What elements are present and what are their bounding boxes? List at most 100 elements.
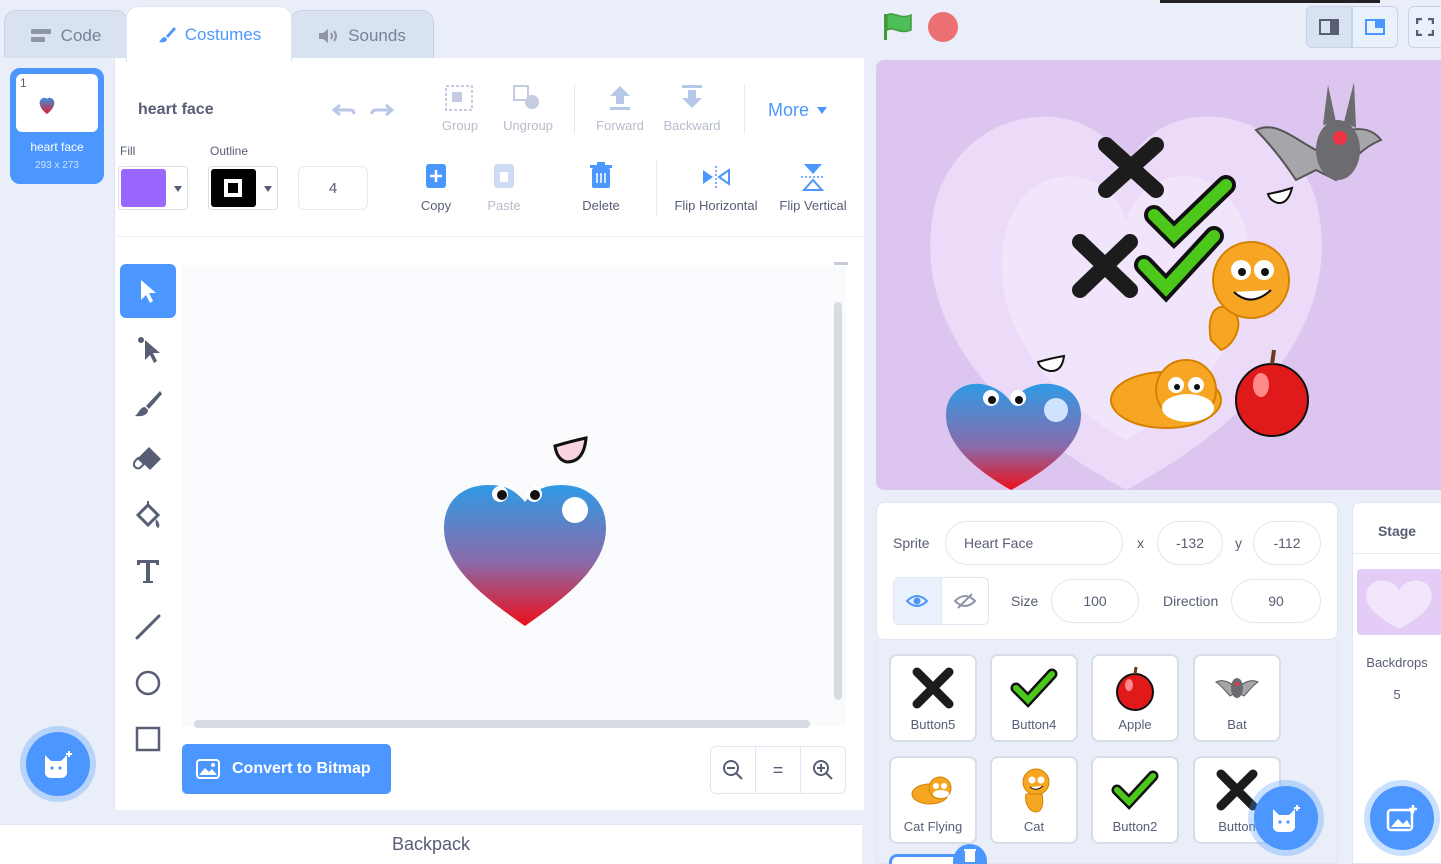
convert-to-bitmap-button[interactable]: Convert to Bitmap <box>182 744 391 794</box>
divider <box>656 160 657 216</box>
fill-label: Fill <box>120 144 136 158</box>
zoom-out-button[interactable] <box>711 747 756 793</box>
sprite-name: Button2 <box>1112 819 1158 834</box>
sprite-tile[interactable]: Cat Flying <box>889 756 977 844</box>
costume-item[interactable]: 1 heart face 293 x 273 <box>10 68 104 184</box>
line-tool[interactable] <box>120 600 176 654</box>
paint-canvas[interactable] <box>182 266 846 726</box>
sprite-name: Button5 <box>910 717 956 732</box>
select-tool[interactable] <box>120 264 176 318</box>
sprite-tile[interactable]: Apple <box>1091 654 1179 742</box>
large-stage-button[interactable] <box>1352 6 1398 48</box>
x-mark-icon <box>912 667 954 709</box>
sprite-tile[interactable]: Button2 <box>1091 756 1179 844</box>
line-icon <box>135 614 161 640</box>
eraser-icon <box>133 447 161 470</box>
stop-icon[interactable] <box>928 12 958 42</box>
costume-name-input[interactable]: heart face <box>122 88 288 132</box>
green-flag-icon[interactable] <box>882 12 914 42</box>
direction-input[interactable]: 90 <box>1231 579 1321 623</box>
tab-sounds[interactable]: Sounds <box>290 10 434 60</box>
paste-label: Paste <box>487 198 521 213</box>
choose-costume-button[interactable] <box>26 732 90 796</box>
sprite-tile[interactable]: Cat <box>990 756 1078 844</box>
toolbar-divider <box>114 236 864 237</box>
backdrops-count: 5 <box>1393 687 1401 702</box>
fullscreen-button[interactable] <box>1408 6 1441 48</box>
sprite-name: Bat <box>1227 717 1247 732</box>
zoom-controls: = <box>710 746 846 794</box>
delete-sprite-button[interactable] <box>953 844 987 864</box>
reshape-tool[interactable] <box>120 322 176 376</box>
text-tool[interactable] <box>120 544 176 598</box>
eraser-tool[interactable] <box>120 432 176 486</box>
brush-tool[interactable] <box>120 376 176 430</box>
trash-icon <box>590 162 612 188</box>
forward-icon <box>610 86 630 110</box>
undo-icon[interactable] <box>332 102 356 118</box>
zoom-in-button[interactable] <box>801 747 845 793</box>
reshape-icon <box>138 337 160 363</box>
tab-code-label: Code <box>60 25 102 45</box>
code-icon <box>30 28 51 42</box>
zoom-out-icon <box>723 760 743 780</box>
circle-icon <box>135 670 161 696</box>
trash-icon <box>964 849 976 862</box>
caret-down-icon <box>174 186 182 192</box>
outline-width-input[interactable]: 4 <box>298 166 368 210</box>
sprite-tile[interactable]: Bat <box>1193 654 1281 742</box>
sprite-info-panel: Sprite Heart Face x -132 y -112 Size 100… <box>876 502 1338 640</box>
choose-backdrop-button[interactable] <box>1370 786 1434 850</box>
backpack-label: Backpack <box>391 834 471 854</box>
sprite-name-input[interactable]: Heart Face <box>945 521 1123 565</box>
fill-tool[interactable] <box>120 488 176 542</box>
flip-horizontal-button[interactable]: Flip Horizontal <box>668 160 764 216</box>
copy-label: Copy <box>420 198 452 213</box>
group-button[interactable]: Group <box>432 82 488 136</box>
bat-icon <box>1215 678 1259 698</box>
vertical-scrollbar[interactable] <box>834 302 842 700</box>
apple-icon <box>1116 666 1154 711</box>
heart-face-costume[interactable] <box>182 266 846 726</box>
ungroup-button[interactable]: Ungroup <box>496 82 560 136</box>
rectangle-tool[interactable] <box>120 712 176 766</box>
backward-button[interactable]: Backward <box>656 82 728 136</box>
image-icon <box>196 759 220 779</box>
fill-color-picker[interactable] <box>118 166 188 210</box>
check-mark-icon <box>1010 668 1058 708</box>
zoom-reset-button[interactable]: = <box>756 747 801 793</box>
paintbrush-icon <box>135 391 162 417</box>
forward-button[interactable]: Forward <box>588 82 652 136</box>
show-button[interactable] <box>894 578 942 624</box>
visibility-toggle <box>893 577 989 625</box>
hide-button[interactable] <box>942 578 989 624</box>
tab-costumes[interactable]: Costumes <box>126 6 292 62</box>
group-label: Group <box>441 118 479 133</box>
sprite-tile[interactable]: Button4 <box>990 654 1078 742</box>
undo-redo-group <box>318 90 408 130</box>
small-stage-button[interactable] <box>1306 6 1352 48</box>
paint-bucket-icon <box>135 501 161 528</box>
horizontal-scrollbar[interactable] <box>194 720 810 728</box>
size-label: Size <box>1011 593 1039 609</box>
tab-code[interactable]: Code <box>4 10 128 60</box>
flip-vertical-button[interactable]: Flip Vertical <box>772 160 854 216</box>
outline-color-picker[interactable] <box>208 166 278 210</box>
copy-button[interactable]: Copy <box>410 160 462 216</box>
outline-label: Outline <box>210 144 249 158</box>
y-label: y <box>1235 535 1242 551</box>
sprite-tile[interactable]: Button5 <box>889 654 977 742</box>
x-input[interactable]: -132 <box>1157 521 1223 565</box>
delete-label: Delete <box>582 198 620 213</box>
choose-sprite-button[interactable] <box>1254 786 1318 850</box>
fullscreen-icon <box>1416 18 1434 36</box>
stage-canvas[interactable] <box>876 60 1441 490</box>
more-button[interactable]: More <box>756 90 846 130</box>
backpack-bar[interactable]: Backpack <box>0 824 862 864</box>
delete-button[interactable]: Delete <box>574 160 628 216</box>
paste-button[interactable]: Paste <box>480 160 528 216</box>
circle-tool[interactable] <box>120 656 176 710</box>
redo-icon[interactable] <box>370 102 394 118</box>
y-input[interactable]: -112 <box>1253 521 1321 565</box>
size-input[interactable]: 100 <box>1051 579 1139 623</box>
